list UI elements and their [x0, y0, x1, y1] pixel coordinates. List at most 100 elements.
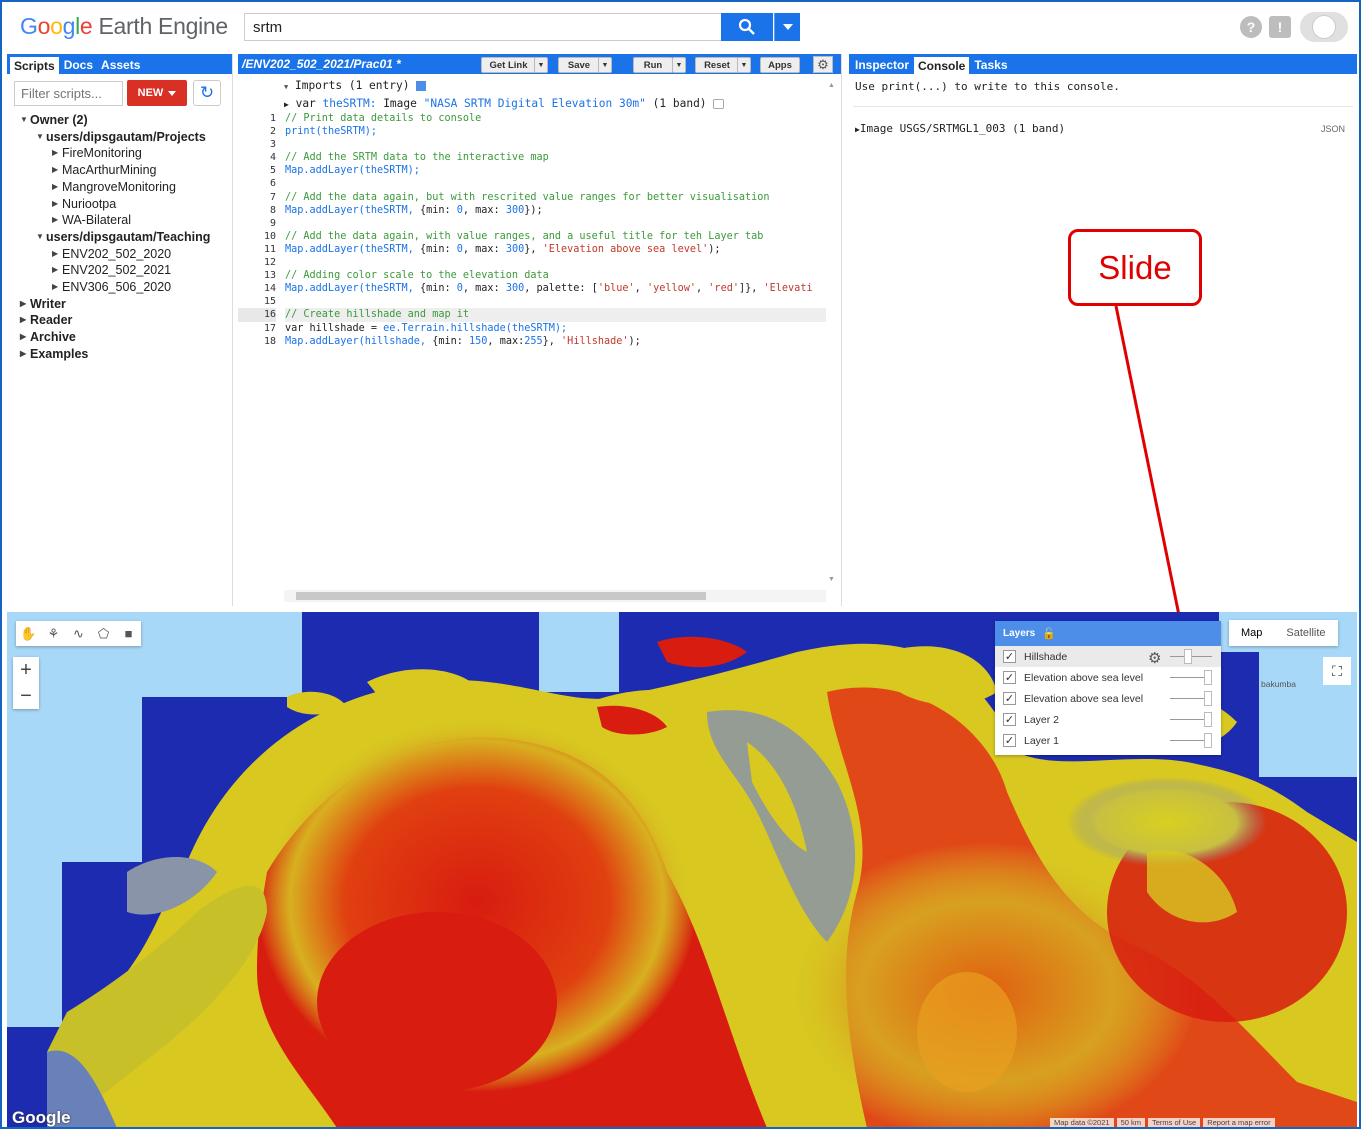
tab-tasks[interactable]: Tasks: [970, 56, 1011, 74]
scrollbar-thumb[interactable]: [296, 592, 706, 600]
layer-visibility-checkbox[interactable]: ✓: [1003, 734, 1016, 747]
help-icon[interactable]: ?: [1240, 16, 1262, 38]
zoom-out-button[interactable]: −: [13, 683, 39, 709]
layer-row[interactable]: ✓ Elevation above sea level: [995, 667, 1221, 688]
expanded-arrow-icon[interactable]: ▼: [36, 229, 46, 246]
collapsed-arrow-icon[interactable]: ▶: [20, 296, 30, 313]
map-view[interactable]: ✋ ⚘ ∿ ⬠ ■ + − Layers 🔓 ✓ Hillshade ⚙ ✓ Elevat…: [7, 612, 1357, 1127]
line-tool-icon[interactable]: ∿: [66, 621, 91, 646]
new-script-button[interactable]: NEW: [127, 80, 187, 106]
tree-item[interactable]: ▶ Examples: [20, 346, 210, 363]
slider-thumb[interactable]: [1204, 670, 1212, 685]
tree-item[interactable]: ▶ Nuriootpa: [20, 196, 210, 213]
code-line[interactable]: [285, 177, 826, 190]
import-details-icon[interactable]: [713, 98, 725, 109]
collapsed-arrow-icon[interactable]: ▶: [52, 196, 62, 213]
tree-item[interactable]: ▶ FireMonitoring: [20, 145, 210, 162]
apps-button[interactable]: Apps: [760, 57, 800, 73]
tree-item[interactable]: ▼ users/dipsgautam/Teaching: [20, 229, 210, 246]
code-line[interactable]: Map.addLayer(theSRTM, {min: 0, max: 300}…: [285, 204, 826, 217]
slider-thumb[interactable]: [1204, 691, 1212, 706]
filter-scripts-input[interactable]: [14, 81, 123, 106]
code-line[interactable]: [285, 217, 826, 230]
collapsed-arrow-icon[interactable]: ▶: [20, 329, 30, 346]
code-area[interactable]: // Print data details to console print(th…: [285, 112, 826, 348]
code-line[interactable]: [285, 295, 826, 308]
code-line[interactable]: Map.addLayer(theSRTM, {min: 0, max: 300,…: [285, 282, 826, 295]
tree-item[interactable]: ▶ WA-Bilateral: [20, 212, 210, 229]
tab-scripts[interactable]: Scripts: [9, 56, 60, 74]
reset-dropdown[interactable]: ▼: [737, 57, 751, 73]
tab-docs[interactable]: Docs: [60, 56, 97, 74]
map-type-map[interactable]: Map: [1229, 620, 1275, 646]
code-line[interactable]: // Adding color scale to the elevation d…: [285, 269, 826, 282]
tree-item[interactable]: ▼ Owner (2): [20, 112, 210, 129]
code-line[interactable]: [285, 138, 826, 151]
search-input[interactable]: [244, 13, 722, 41]
code-line[interactable]: // Add the SRTM data to the interactive …: [285, 151, 826, 164]
code-line[interactable]: print(theSRTM);: [285, 125, 826, 138]
imports-header[interactable]: ▼ Imports (1 entry): [284, 78, 724, 96]
marker-icon[interactable]: ⚘: [41, 621, 66, 646]
tree-item[interactable]: ▶ MangroveMonitoring: [20, 179, 210, 196]
collapsed-arrow-icon[interactable]: ▶: [52, 145, 62, 162]
reset-button[interactable]: Reset: [695, 57, 739, 73]
layer-visibility-checkbox[interactable]: ✓: [1003, 713, 1016, 726]
earth-engine-logo[interactable]: Google Earth Engine: [20, 13, 228, 40]
code-line[interactable]: // Add the data again, with value ranges…: [285, 230, 826, 243]
layer-opacity-slider[interactable]: [1170, 733, 1212, 748]
code-line[interactable]: Map.addLayer(theSRTM, {min: 0, max: 300}…: [285, 243, 826, 256]
code-line[interactable]: // Print data details to console: [285, 112, 826, 125]
scroll-up-icon[interactable]: ▲: [828, 82, 835, 89]
get-link-dropdown[interactable]: ▼: [534, 57, 548, 73]
editor-horizontal-scrollbar[interactable]: [284, 590, 826, 602]
map-type-satellite[interactable]: Satellite: [1274, 620, 1338, 646]
tree-item[interactable]: ▼ users/dipsgautam/Projects: [20, 129, 210, 146]
gear-icon[interactable]: ⚙: [813, 56, 833, 73]
rectangle-tool-icon[interactable]: ■: [116, 621, 141, 646]
tree-item[interactable]: ▶ ENV202_502_2020: [20, 246, 210, 263]
layers-header[interactable]: Layers 🔓: [995, 621, 1221, 646]
tree-item[interactable]: ▶ Archive: [20, 329, 210, 346]
collapsed-arrow-icon[interactable]: ▶: [52, 246, 62, 263]
layer-settings-gear-icon[interactable]: ⚙: [1148, 649, 1161, 667]
tree-item[interactable]: ▶ Reader: [20, 312, 210, 329]
code-line[interactable]: var hillshade = ee.Terrain.hillshade(the…: [285, 322, 826, 335]
collapsed-arrow-icon[interactable]: ▶: [52, 262, 62, 279]
lock-icon[interactable]: 🔓: [1042, 627, 1056, 640]
layer-row[interactable]: ✓ Hillshade ⚙: [995, 646, 1221, 667]
slider-thumb[interactable]: [1204, 733, 1212, 748]
scale-bar[interactable]: 50 km: [1116, 1118, 1146, 1127]
layer-opacity-slider[interactable]: [1170, 649, 1212, 664]
report-map-error-link[interactable]: Report a map error: [1203, 1118, 1275, 1127]
layer-row[interactable]: ✓ Layer 1: [995, 730, 1221, 751]
scroll-down-icon[interactable]: ▼: [828, 576, 835, 583]
expanded-arrow-icon[interactable]: ▼: [20, 112, 30, 129]
tab-assets[interactable]: Assets: [97, 56, 144, 74]
collapsed-arrow-icon[interactable]: ▶: [20, 312, 30, 329]
slider-thumb[interactable]: [1183, 649, 1192, 664]
json-link[interactable]: JSON: [1321, 124, 1345, 134]
collapsed-arrow-icon[interactable]: ▶: [52, 162, 62, 179]
console-entry[interactable]: ▶Image USGS/SRTMGL1_003 (1 band): [855, 122, 1065, 135]
code-line[interactable]: Map.addLayer(theSRTM);: [285, 164, 826, 177]
tree-item[interactable]: ▶ MacArthurMining: [20, 162, 210, 179]
imports-section[interactable]: ▼ Imports (1 entry) ▶ var theSRTM: Image…: [284, 78, 725, 114]
tree-item[interactable]: ▶ Writer: [20, 296, 210, 313]
layer-row[interactable]: ✓ Layer 2: [995, 709, 1221, 730]
layer-visibility-checkbox[interactable]: ✓: [1003, 671, 1016, 684]
import-row[interactable]: ▶ var theSRTM: Image "NASA SRTM Digital …: [284, 96, 725, 114]
refresh-button[interactable]: ↻: [193, 80, 221, 106]
tab-inspector[interactable]: Inspector: [851, 56, 913, 74]
feedback-icon[interactable]: !: [1269, 16, 1291, 38]
code-line[interactable]: Map.addLayer(hillshade, {min: 150, max:2…: [285, 335, 826, 348]
collapsed-arrow-icon[interactable]: ▶: [52, 179, 62, 196]
search-button[interactable]: [721, 13, 773, 41]
layer-row[interactable]: ✓ Elevation above sea level: [995, 688, 1221, 709]
editor-vertical-scrollbar[interactable]: ▲ ▼: [826, 78, 838, 588]
layer-opacity-slider[interactable]: [1170, 712, 1212, 727]
search-options-button[interactable]: [774, 13, 800, 41]
save-dropdown[interactable]: ▼: [598, 57, 612, 73]
collapsed-arrow-icon[interactable]: ▶: [52, 212, 62, 229]
layer-opacity-slider[interactable]: [1170, 670, 1212, 685]
